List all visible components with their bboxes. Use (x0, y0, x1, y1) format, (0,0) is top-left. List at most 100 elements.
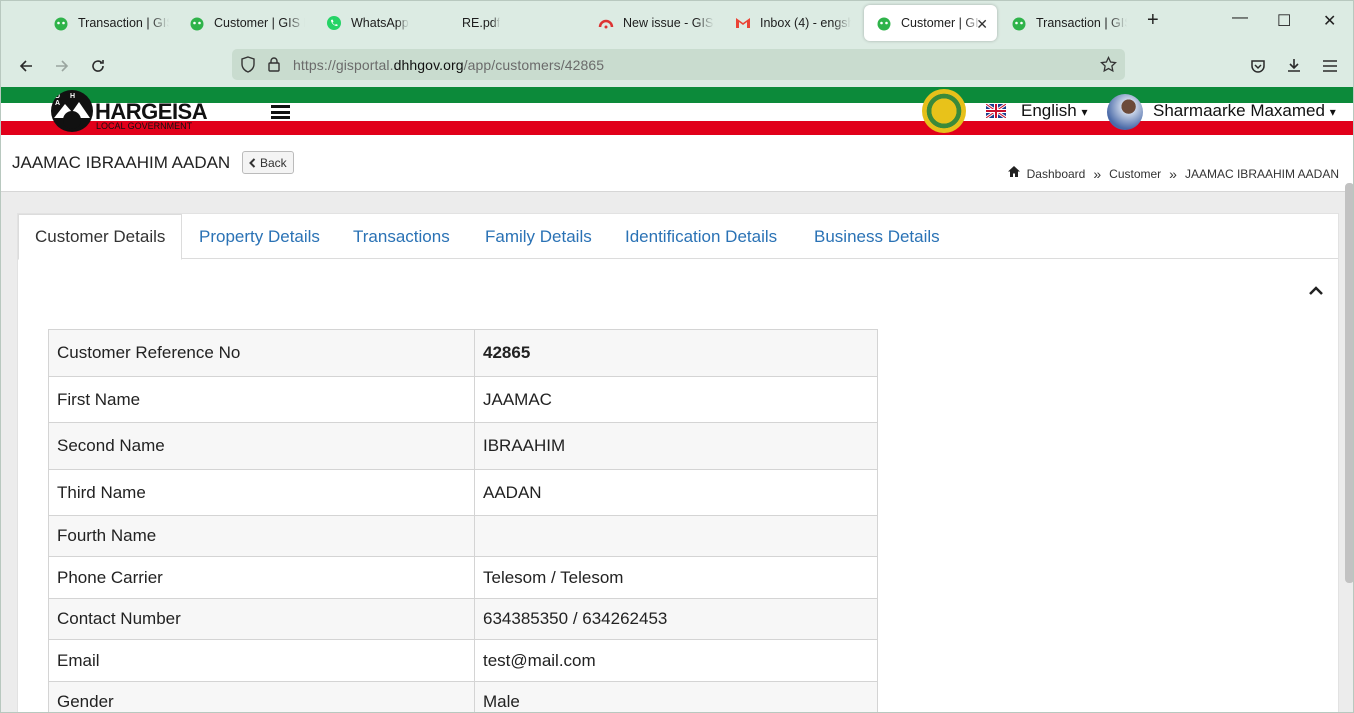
gis-leaf-icon (54, 17, 68, 31)
field-label: Phone Carrier (48, 556, 475, 599)
browser-tab-title: Transaction | GIS P (78, 16, 169, 30)
url-path: /app/customers/42865 (463, 57, 605, 73)
url-prefix: https://gisportal. (293, 57, 394, 73)
site-header: D H A HARGEISA LOCAL GOVERNMENT English … (1, 87, 1353, 136)
hamburger-menu-icon[interactable] (271, 105, 290, 119)
logo-mark[interactable]: D H A (51, 90, 93, 132)
table-row: Contact Number 634385350 / 634262453 (48, 598, 878, 640)
field-label: Gender (48, 681, 475, 712)
field-label: Fourth Name (48, 515, 475, 557)
lock-icon[interactable] (267, 56, 281, 73)
tab-customer-details[interactable]: Customer Details (18, 214, 183, 260)
field-label: First Name (48, 376, 475, 423)
browser-tab-title: Inbox (4) - engsha (760, 16, 851, 30)
tab-family-details[interactable]: Family Details (469, 214, 608, 259)
pocket-icon[interactable] (1247, 55, 1269, 77)
chevron-down-icon: ▾ (1329, 105, 1336, 119)
breadcrumb-dashboard[interactable]: Dashboard (1027, 167, 1086, 181)
download-icon[interactable] (1283, 55, 1305, 77)
customer-details-table: Customer Reference No 42865 First Name JAA… (48, 329, 878, 712)
minimize-button[interactable]: — (1232, 9, 1248, 27)
forward-arrow-icon[interactable] (51, 55, 73, 77)
browser-tab-strip: Transaction | GIS P Customer | GIS Po Wh… (1, 1, 1353, 45)
uk-flag-icon (986, 104, 1006, 118)
new-tab-button[interactable]: + (1147, 9, 1159, 32)
avatar[interactable] (1107, 94, 1143, 130)
browser-tab-title: New issue - GIS-H (623, 16, 714, 30)
browser-tab[interactable]: Inbox (4) - engsha (723, 5, 851, 41)
issue-icon (598, 19, 614, 29)
tab-identification-details[interactable]: Identification Details (609, 214, 793, 259)
breadcrumb-separator: » (1169, 166, 1177, 182)
field-value: AADAN (474, 469, 878, 516)
chevron-up-icon[interactable] (1308, 284, 1324, 298)
back-button-label: Back (260, 155, 287, 170)
gis-leaf-icon (1012, 17, 1026, 31)
browser-tab[interactable]: Transaction | GIS P (41, 5, 169, 41)
browser-tab-title: RE.pdf (462, 16, 501, 30)
user-menu[interactable]: Sharmaarke Maxamed ▾ (1153, 101, 1336, 121)
user-name: Sharmaarke Maxamed (1153, 101, 1325, 120)
browser-tab[interactable]: WhatsApp (314, 5, 442, 41)
field-value: 634385350 / 634262453 (474, 598, 878, 640)
tab-property-details[interactable]: Property Details (183, 214, 336, 259)
page-scrollbar[interactable] (1345, 183, 1353, 583)
table-row: Email test@mail.com (48, 639, 878, 682)
table-row: First Name JAAMAC (48, 376, 878, 423)
gis-leaf-icon (190, 17, 204, 31)
field-label: Customer Reference No (48, 329, 475, 377)
window-close-button[interactable]: ✕ (1323, 11, 1336, 31)
bookmark-star-icon[interactable] (1100, 56, 1117, 73)
browser-tab[interactable]: New issue - GIS-H (586, 5, 714, 41)
breadcrumb: Dashboard » Customer » JAAMAC IBRAAHIM A… (1007, 165, 1339, 182)
close-tab-icon[interactable]: ✕ (976, 16, 988, 33)
back-arrow-icon[interactable] (15, 55, 37, 77)
browser-tab-active[interactable]: Customer | GIS ✕ (864, 5, 997, 41)
tab-business-details[interactable]: Business Details (798, 214, 956, 259)
table-row: Fourth Name (48, 515, 878, 557)
table-row: Second Name IBRAAHIM (48, 422, 878, 470)
browser-tab-title: Transaction | GIS P (1036, 16, 1127, 30)
back-button[interactable]: Back (242, 151, 294, 174)
field-label: Third Name (48, 469, 475, 516)
browser-tab[interactable]: Customer | GIS Po (177, 5, 305, 41)
browser-tab[interactable]: RE.pdf (450, 5, 578, 41)
field-label: Second Name (48, 422, 475, 470)
gis-leaf-icon (877, 17, 891, 31)
language-selector[interactable]: English ▾ (1021, 101, 1088, 121)
chevron-left-icon (249, 157, 256, 168)
browser-window: Transaction | GIS P Customer | GIS Po Wh… (0, 0, 1354, 713)
url-text[interactable]: https://gisportal.dhhgov.org/app/custome… (293, 57, 604, 73)
customer-card: Customer Details Property Details Transa… (17, 213, 1339, 712)
maximize-button[interactable]: ☐ (1277, 11, 1291, 31)
page-title-bar: JAAMAC IBRAAHIM AADAN Back Dashboard » C… (1, 136, 1353, 192)
browser-tab[interactable]: Transaction | GIS P (999, 5, 1127, 41)
chevron-down-icon: ▾ (1081, 105, 1088, 119)
tab-transactions[interactable]: Transactions (337, 214, 466, 259)
field-value: test@mail.com (474, 639, 878, 682)
page-title: JAAMAC IBRAAHIM AADAN (12, 153, 231, 172)
whatsapp-icon (327, 16, 341, 30)
browser-toolbar: https://gisportal.dhhgov.org/app/custome… (1, 45, 1353, 87)
shield-icon[interactable] (240, 56, 256, 73)
field-value: Telesom / Telesom (474, 556, 878, 599)
browser-tab-title: Customer | GIS Po (214, 16, 305, 30)
home-icon (1007, 165, 1020, 177)
language-label: English (1021, 101, 1077, 120)
detail-tabs: Customer Details Property Details Transa… (18, 214, 1338, 260)
breadcrumb-customer[interactable]: Customer (1109, 167, 1161, 181)
field-value: JAAMAC (474, 376, 878, 423)
browser-tab-title: Customer | GIS (901, 16, 981, 30)
web-page: D H A HARGEISA LOCAL GOVERNMENT English … (1, 87, 1353, 712)
reload-icon[interactable] (87, 55, 109, 77)
field-value: IBRAAHIM (474, 422, 878, 470)
breadcrumb-current: JAAMAC IBRAAHIM AADAN (1184, 167, 1339, 181)
breadcrumb-separator: » (1093, 166, 1102, 182)
menu-icon[interactable] (1319, 55, 1341, 77)
address-bar[interactable]: https://gisportal.dhhgov.org/app/custome… (232, 49, 1125, 80)
table-row: Gender Male (48, 681, 878, 712)
browser-tab-title: WhatsApp (351, 16, 409, 30)
field-value: Male (474, 681, 878, 712)
table-row: Phone Carrier Telesom / Telesom (48, 556, 878, 599)
url-domain: dhhgov.org (393, 57, 464, 73)
